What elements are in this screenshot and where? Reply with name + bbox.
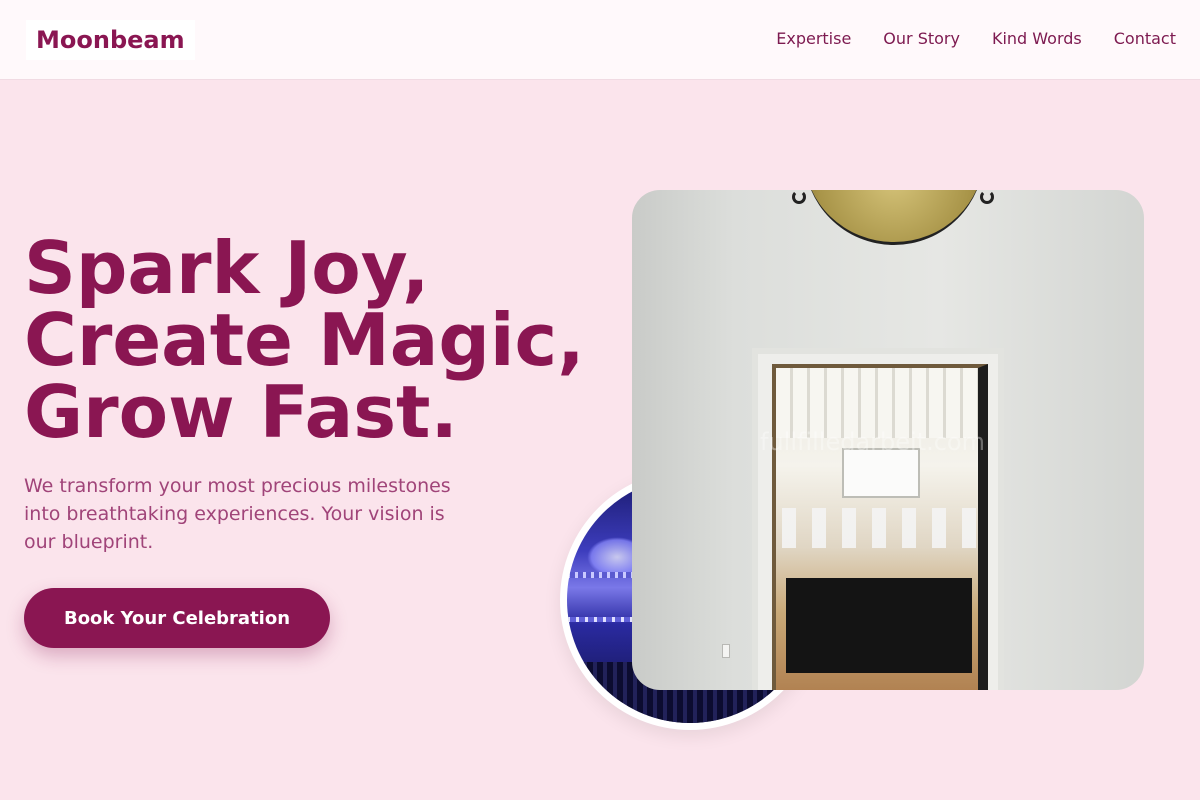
site-header: Moonbeam Expertise Our Story Kind Words … [0, 0, 1200, 80]
wall-outlet [722, 644, 730, 658]
black-table [786, 578, 972, 673]
nav-link-kind-words[interactable]: Kind Words [992, 29, 1082, 48]
nav-link-expertise[interactable]: Expertise [776, 29, 851, 48]
hero-title: Spark Joy, Create Magic, Grow Fast. [24, 232, 624, 448]
logo[interactable]: Moonbeam [26, 20, 195, 60]
hero-title-line: Spark Joy, [24, 226, 430, 310]
lamp-hook [792, 190, 806, 204]
hero-title-line: Grow Fast. [24, 370, 458, 454]
hero-title-line: Create Magic, [24, 298, 585, 382]
pendant-lamp [804, 190, 984, 245]
hall-doorway [772, 364, 988, 690]
stacked-chairs [782, 508, 982, 548]
hero-subtitle: We transform your most precious mileston… [24, 475, 451, 553]
main-nav: Expertise Our Story Kind Words Contact [776, 29, 1176, 48]
nav-link-our-story[interactable]: Our Story [883, 29, 960, 48]
image-watermark: fullfilledarbeit.com [760, 428, 985, 456]
book-celebration-button[interactable]: Book Your Celebration [24, 588, 330, 648]
nav-link-contact[interactable]: Contact [1114, 29, 1176, 48]
lamp-hook [980, 190, 994, 204]
